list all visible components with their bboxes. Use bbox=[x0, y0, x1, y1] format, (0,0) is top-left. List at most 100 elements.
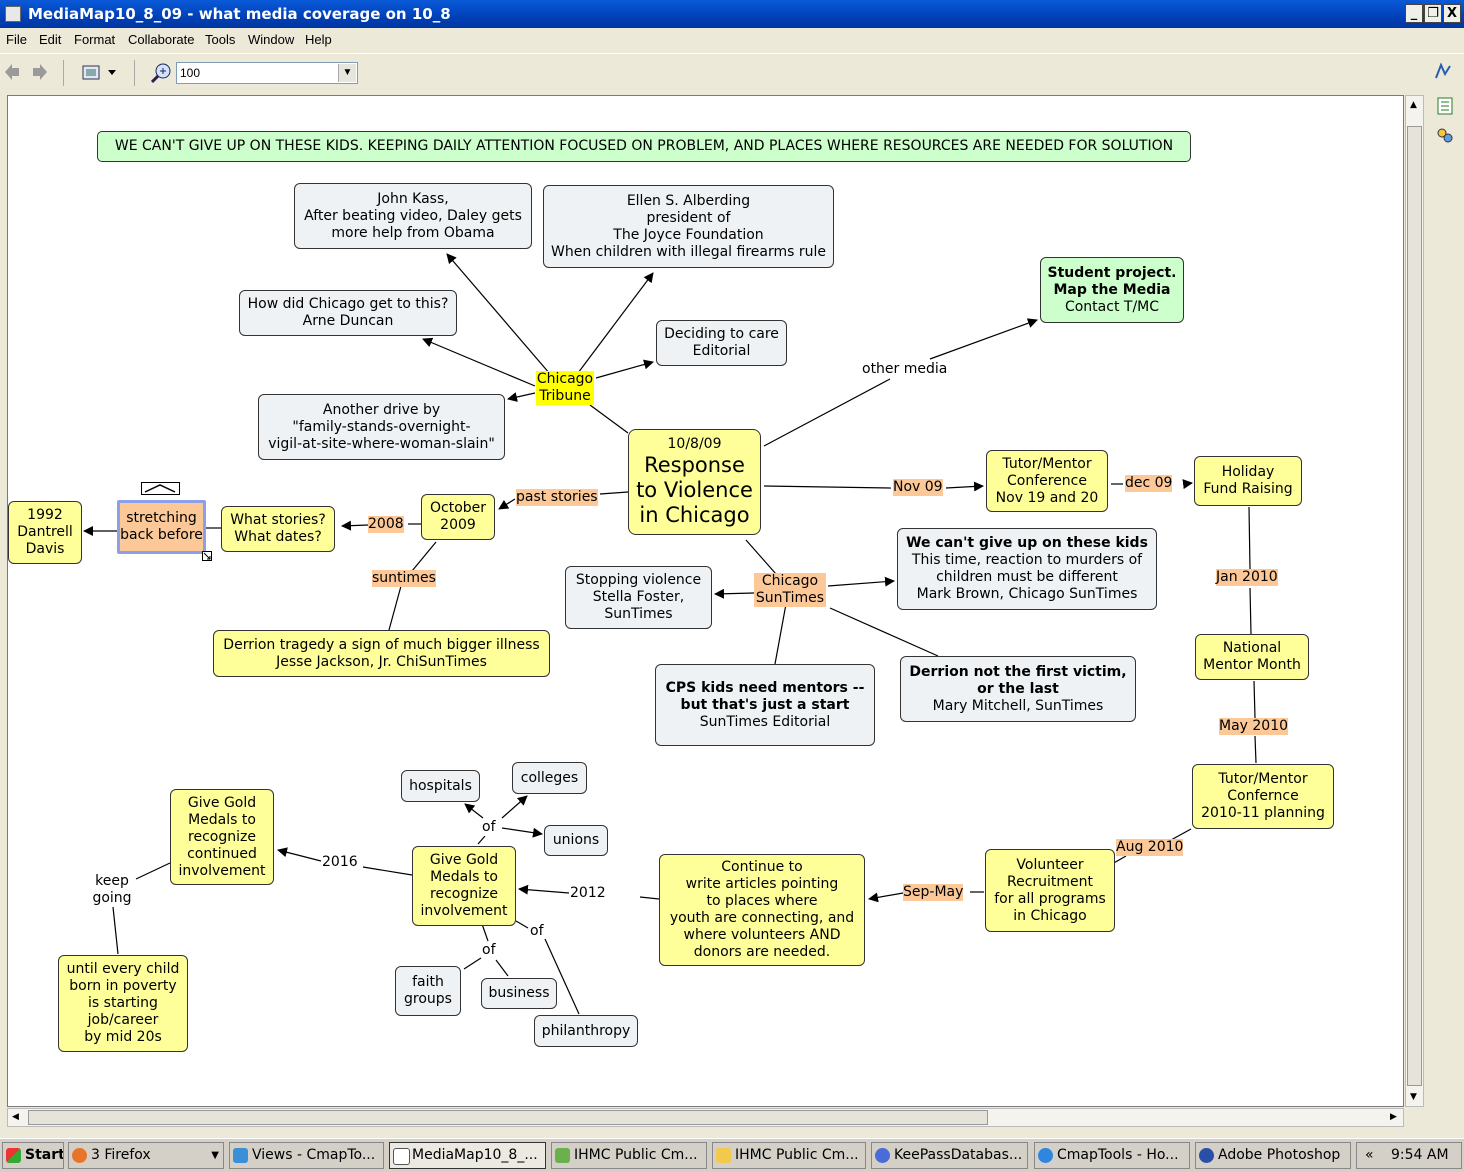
document-list-icon[interactable] bbox=[1436, 97, 1454, 115]
link-label-dec-09[interactable]: dec 09 bbox=[1125, 475, 1173, 492]
task-keepass[interactable]: KeePassDatabas... bbox=[871, 1142, 1028, 1169]
concept-continue-to-write-articles[interactable]: Continue to write articles pointing to p… bbox=[659, 854, 865, 966]
concept-derrion-not-first-victim[interactable]: Derrion not the first victim, or the las… bbox=[900, 656, 1136, 722]
concept-until-every-child[interactable]: until every child born in poverty is sta… bbox=[58, 955, 188, 1052]
concept-stretching-back-selected[interactable]: stretching back before bbox=[117, 500, 206, 554]
link-handle-icon[interactable] bbox=[141, 482, 181, 496]
scroll-up-icon[interactable]: ▲ bbox=[1410, 100, 1417, 110]
horizontal-scrollbar[interactable]: ◀ ▶ bbox=[7, 1108, 1404, 1127]
center-title-line3: in Chicago bbox=[639, 503, 750, 527]
link-label-may-2010[interactable]: May 2010 bbox=[1219, 718, 1289, 735]
menu-format[interactable]: Format bbox=[74, 32, 115, 47]
forward-arrow-icon[interactable] bbox=[31, 64, 47, 80]
concept-tutor-mentor-2010-11[interactable]: Tutor/Mentor Confernce 2010-11 planning bbox=[1192, 764, 1334, 829]
concept-deciding-to-care[interactable]: Deciding to care Editorial bbox=[656, 320, 787, 366]
link-label-of-groups[interactable]: of bbox=[482, 942, 496, 959]
zoom-level-field[interactable]: 100 ▼ bbox=[176, 62, 358, 84]
clock[interactable]: 9:54 AM bbox=[1391, 1143, 1449, 1168]
concept-colleges[interactable]: colleges bbox=[512, 762, 587, 794]
task-cmaptools-home[interactable]: CmapTools - Ho... bbox=[1034, 1142, 1190, 1169]
concept-give-gold-medals-involvement[interactable]: Give Gold Medals to recognize involvemen… bbox=[412, 846, 516, 926]
concept-holiday-fund-raising[interactable]: Holiday Fund Raising bbox=[1194, 456, 1302, 506]
menu-help[interactable]: Help bbox=[305, 32, 332, 47]
vertical-scroll-thumb[interactable] bbox=[1407, 126, 1422, 1086]
link-label-2012[interactable]: 2012 bbox=[570, 885, 606, 902]
concept-october-2009[interactable]: October 2009 bbox=[421, 494, 495, 540]
zoom-level-value: 100 bbox=[180, 66, 201, 80]
task-firefox[interactable]: 3 Firefox ▼ bbox=[68, 1142, 224, 1169]
menu-edit[interactable]: Edit bbox=[39, 32, 61, 47]
concept-1992-dantrell-davis[interactable]: 1992 Dantrell Davis bbox=[8, 501, 82, 564]
concept-ellen-alberding[interactable]: Ellen S. Alberding president of The Joyc… bbox=[543, 185, 834, 268]
collaboration-icon[interactable] bbox=[1436, 127, 1454, 145]
scroll-left-icon[interactable]: ◀ bbox=[12, 1112, 19, 1122]
link-label-of-philanthropy[interactable]: of bbox=[530, 923, 544, 940]
concept-unions[interactable]: unions bbox=[544, 825, 608, 856]
task-mediamap-active[interactable]: MediaMap10_8_... bbox=[389, 1142, 546, 1169]
folder-icon bbox=[716, 1148, 731, 1163]
concept-arne-duncan[interactable]: How did Chicago get to this? Arne Duncan bbox=[239, 290, 457, 336]
zoom-dropdown-arrow[interactable]: ▼ bbox=[338, 64, 356, 82]
link-label-keep-going[interactable]: keep going bbox=[90, 873, 134, 907]
styles-palette-icon[interactable] bbox=[1433, 62, 1453, 82]
concept-stopping-violence[interactable]: Stopping violence Stella Foster, SunTime… bbox=[565, 566, 712, 629]
vertical-scrollbar[interactable]: ▲ ▼ bbox=[1405, 95, 1424, 1107]
concept-volunteer-recruitment[interactable]: Volunteer Recruitment for all programs i… bbox=[985, 849, 1115, 932]
concept-map-canvas[interactable]: WE CAN'T GIVE UP ON THESE KIDS. KEEPING … bbox=[7, 95, 1404, 1107]
menu-collaborate[interactable]: Collaborate bbox=[128, 32, 195, 47]
title-bar: MediaMap10_8_09 - what media coverage on… bbox=[0, 0, 1464, 28]
restore-button[interactable]: ❐ bbox=[1424, 4, 1442, 23]
link-label-of-resources[interactable]: of bbox=[482, 819, 496, 836]
center-date: 10/8/09 bbox=[667, 436, 722, 452]
link-label-sep-may[interactable]: Sep-May bbox=[903, 884, 964, 901]
link-label-2008[interactable]: 2008 bbox=[368, 516, 404, 533]
concept-john-kass[interactable]: John Kass, After beating video, Daley ge… bbox=[294, 183, 532, 249]
cmap-app-icon[interactable] bbox=[5, 6, 21, 22]
task-views-cmaptools[interactable]: Views - CmapTo... bbox=[229, 1142, 384, 1169]
cmap-document-icon bbox=[393, 1148, 410, 1165]
concept-derrion-tragedy[interactable]: Derrion tragedy a sign of much bigger il… bbox=[213, 630, 550, 677]
task-photoshop[interactable]: Adobe Photoshop bbox=[1195, 1142, 1351, 1169]
back-arrow-icon[interactable] bbox=[5, 64, 21, 80]
link-label-nov-09[interactable]: Nov 09 bbox=[893, 479, 943, 496]
task-ihmc-public-2[interactable]: IHMC Public Cm... bbox=[712, 1142, 866, 1169]
menu-tools[interactable]: Tools bbox=[205, 32, 235, 47]
link-label-other-media[interactable]: other media bbox=[862, 361, 948, 378]
link-label-past-stories[interactable]: past stories bbox=[516, 489, 598, 506]
menu-file[interactable]: File bbox=[6, 32, 27, 47]
concept-national-mentor-month[interactable]: National Mentor Month bbox=[1195, 634, 1309, 680]
scroll-right-icon[interactable]: ▶ bbox=[1390, 1112, 1397, 1122]
horizontal-scroll-thumb[interactable] bbox=[28, 1110, 988, 1125]
task-ihmc-public-1[interactable]: IHMC Public Cm... bbox=[551, 1142, 707, 1169]
concept-student-project[interactable]: Student project. Map the Media Contact T… bbox=[1040, 257, 1184, 323]
concept-give-gold-medals-continued[interactable]: Give Gold Medals to recognize continued … bbox=[170, 789, 274, 885]
view-options-icon[interactable] bbox=[82, 63, 118, 81]
tray-expand-icon[interactable]: « bbox=[1365, 1143, 1374, 1168]
link-label-2016[interactable]: 2016 bbox=[322, 854, 358, 871]
minimize-button[interactable]: _ bbox=[1405, 4, 1423, 23]
zoom-icon[interactable] bbox=[151, 62, 173, 84]
concept-faith-groups[interactable]: faith groups bbox=[395, 966, 461, 1016]
link-label-chicago-suntimes[interactable]: Chicago SunTimes bbox=[754, 573, 826, 607]
menu-window[interactable]: Window bbox=[248, 32, 294, 47]
banner-concept[interactable]: WE CAN'T GIVE UP ON THESE KIDS. KEEPING … bbox=[97, 131, 1191, 162]
concept-cant-give-up-mark-brown[interactable]: We can't give up on these kids This time… bbox=[897, 528, 1157, 610]
concept-cps-kids-need-mentors[interactable]: CPS kids need mentors -- but that's just… bbox=[655, 664, 875, 746]
start-button[interactable]: Start bbox=[2, 1142, 64, 1169]
concept-tutor-mentor-conference-nov[interactable]: Tutor/Mentor Conference Nov 19 and 20 bbox=[986, 450, 1108, 512]
link-label-suntimes[interactable]: suntimes bbox=[372, 570, 436, 587]
link-label-chicago-tribune[interactable]: Chicago Tribune bbox=[536, 371, 594, 405]
link-label-aug-2010[interactable]: Aug 2010 bbox=[1116, 839, 1184, 856]
center-concept-response-to-violence[interactable]: 10/8/09 Response to Violence in Chicago bbox=[628, 429, 761, 535]
concept-another-drive-by[interactable]: Another drive by "family-stands-overnigh… bbox=[258, 394, 505, 460]
link-label-jan-2010[interactable]: Jan 2010 bbox=[1216, 569, 1278, 586]
concept-what-stories[interactable]: What stories? What dates? bbox=[221, 506, 335, 552]
concept-hospitals[interactable]: hospitals bbox=[401, 770, 480, 802]
concept-business[interactable]: business bbox=[481, 978, 557, 1009]
close-button[interactable]: X bbox=[1443, 4, 1461, 23]
windows-logo-icon bbox=[6, 1148, 21, 1163]
resize-handle-icon[interactable] bbox=[202, 551, 212, 561]
concept-philanthropy[interactable]: philanthropy bbox=[534, 1015, 638, 1047]
scroll-down-icon[interactable]: ▼ bbox=[1410, 1092, 1417, 1102]
keepass-lock-icon bbox=[875, 1148, 890, 1163]
